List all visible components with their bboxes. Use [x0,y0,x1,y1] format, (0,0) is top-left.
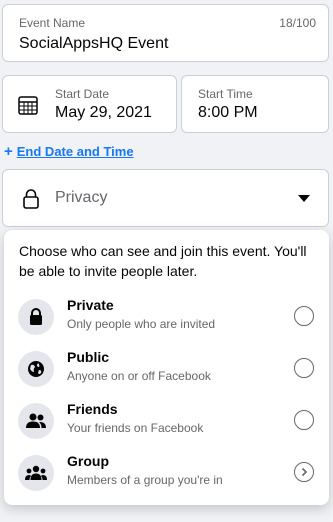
friends-icon [18,403,54,439]
start-date-value[interactable]: May 29, 2021 [55,104,152,122]
option-subtitle: Members of a group you're in [67,473,223,487]
start-time-label: Start Time [198,87,253,101]
end-date-link-label: End Date and Time [16,144,134,159]
start-time-value[interactable]: 8:00 PM [198,104,258,122]
chevron-right-icon[interactable] [294,462,314,482]
radio-button[interactable] [294,306,314,326]
caret-down-icon [298,195,310,202]
radio-button[interactable] [294,410,314,430]
globe-icon [18,351,54,387]
option-subtitle: Only people who are invited [67,317,216,331]
character-counter: 18/100 [279,16,316,30]
option-subtitle: Your friends on Facebook [67,421,204,435]
option-subtitle: Anyone on or off Facebook [67,369,211,383]
option-title: Friends [67,401,118,417]
start-date-field[interactable]: Start Date May 29, 2021 [2,75,177,133]
event-name-input[interactable]: SocialAppsHQ Event [19,35,168,53]
lock-icon [22,188,40,210]
event-name-label: Event Name [19,16,86,30]
group-icon [18,455,54,491]
event-name-field[interactable]: Event Name 18/100 SocialAppsHQ Event [2,4,329,62]
privacy-placeholder: Privacy [55,189,108,206]
privacy-option-public[interactable]: Public Anyone on or off Facebook [4,344,329,396]
privacy-menu-description: Choose who can see and join this event. … [19,243,307,279]
start-time-field[interactable]: Start Time 8:00 PM [181,75,329,133]
privacy-option-group[interactable]: Group Members of a group you're in [4,448,329,500]
privacy-menu: Choose who can see and join this event. … [4,230,329,505]
calendar-icon [17,94,39,116]
privacy-dropdown[interactable]: Privacy [2,169,329,227]
privacy-option-friends[interactable]: Friends Your friends on Facebook [4,396,329,448]
privacy-option-private[interactable]: Private Only people who are invited [4,292,329,344]
option-title: Private [67,297,114,313]
radio-button[interactable] [294,358,314,378]
end-date-and-time-link[interactable]: + End Date and Time [4,143,134,160]
option-title: Group [67,453,109,469]
start-date-label: Start Date [55,87,110,101]
plus-icon: + [4,143,13,160]
option-title: Public [67,349,110,365]
lock-icon [18,299,54,335]
